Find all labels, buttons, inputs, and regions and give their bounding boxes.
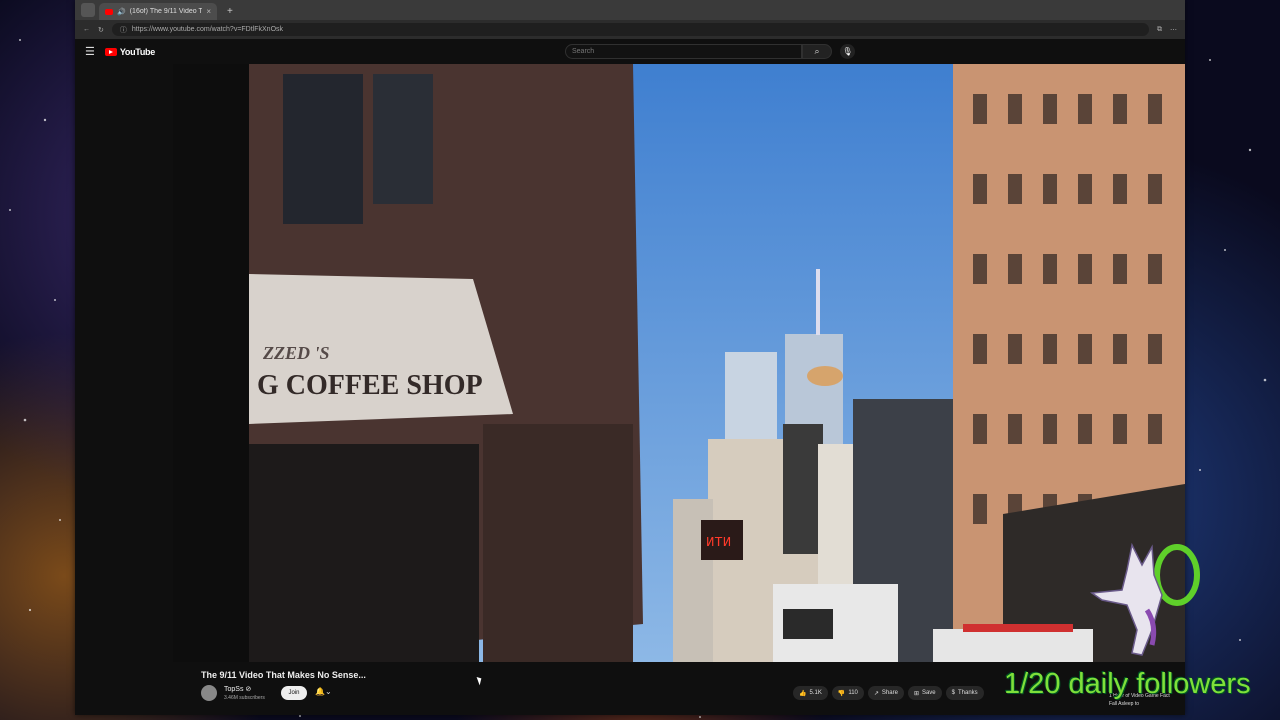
tab-bar: 🔊 (16of) The 9/11 Video That M × + bbox=[75, 0, 1185, 20]
join-button[interactable]: Join bbox=[281, 686, 307, 700]
channel-avatar[interactable] bbox=[201, 685, 217, 701]
thumbs-up-icon: 👍 bbox=[799, 690, 807, 697]
share-label: Share bbox=[881, 690, 898, 696]
share-icon: ↗ bbox=[873, 690, 879, 697]
thanks-button[interactable]: $ Thanks bbox=[945, 686, 984, 700]
speaker-icon[interactable]: 🔊 bbox=[117, 8, 126, 16]
street-clock-display: ИТИ bbox=[706, 535, 731, 551]
shop-upper-sign: ZZED 'S bbox=[262, 343, 330, 363]
back-arrow-icon[interactable]: ← bbox=[83, 26, 90, 33]
install-app-icon[interactable]: ⧉ bbox=[1157, 26, 1162, 34]
dislike-button[interactable]: 👎 110 bbox=[831, 686, 864, 700]
subscriber-count: 3.46M subscribers bbox=[224, 695, 265, 701]
youtube-favicon-icon bbox=[105, 8, 113, 15]
thanks-label: Thanks bbox=[958, 690, 978, 696]
browser-menu-icon[interactable]: ⋯ bbox=[1170, 26, 1177, 34]
action-buttons: 👍 5.1K 👎 110 ↗ Share ⊞ Save $ Thanks bbox=[793, 686, 984, 700]
like-count: 5.1K bbox=[809, 690, 822, 696]
coffee-shop-sign: G COFFEE SHOP bbox=[257, 370, 483, 401]
save-label: Save bbox=[921, 690, 936, 696]
channel-name[interactable]: TopSs ⊘ bbox=[224, 685, 251, 693]
thumbs-down-icon: 👎 bbox=[837, 690, 846, 697]
browser-tab[interactable]: 🔊 (16of) The 9/11 Video That M × bbox=[99, 3, 217, 20]
recommended-title-line2: Fall Asleep to bbox=[1109, 701, 1140, 707]
share-button[interactable]: ↗ Share bbox=[867, 686, 904, 700]
search-input[interactable]: Search bbox=[565, 44, 802, 59]
video-player[interactable]: G COFFEE SHOP ZZED 'S ИТИ bbox=[173, 64, 1185, 662]
url-text: https://www.youtube.com/watch?v=FDtlFkXn… bbox=[131, 26, 284, 33]
site-info-icon[interactable]: ⓘ bbox=[120, 25, 127, 35]
video-frame: G COFFEE SHOP ZZED 'S ИТИ bbox=[173, 64, 1185, 662]
logo-text: YouTube bbox=[119, 46, 155, 57]
mewtwo-mascot-icon bbox=[1089, 542, 1200, 656]
youtube-header: ☰ YouTube Search ⌕ 🎙 bbox=[75, 39, 1185, 64]
youtube-logo[interactable]: YouTube bbox=[104, 46, 155, 57]
reload-icon[interactable]: ↻ bbox=[98, 26, 104, 34]
daily-followers-overlay: 1/20 daily followers bbox=[1004, 668, 1251, 700]
search-icon: ⌕ bbox=[814, 46, 820, 56]
hamburger-icon[interactable]: ☰ bbox=[85, 45, 95, 58]
thanks-icon: $ bbox=[951, 690, 955, 696]
url-field[interactable]: ⓘ https://www.youtube.com/watch?v=FDtlFk… bbox=[111, 23, 1149, 36]
bell-icon[interactable]: 🔔⌄ bbox=[315, 687, 332, 696]
search-button[interactable]: ⌕ bbox=[802, 44, 832, 59]
save-icon: ⊞ bbox=[913, 690, 919, 697]
close-tab-icon[interactable]: × bbox=[206, 7, 211, 16]
save-button[interactable]: ⊞ Save bbox=[907, 686, 942, 700]
browser-window: 🔊 (16of) The 9/11 Video That M × + ← ↻ ⓘ… bbox=[75, 0, 1185, 715]
tab-list-button[interactable] bbox=[81, 3, 95, 17]
video-title: The 9/11 Video That Makes No Sense... bbox=[201, 670, 366, 680]
address-bar-row: ← ↻ ⓘ https://www.youtube.com/watch?v=FD… bbox=[75, 20, 1185, 39]
mic-icon[interactable]: 🎙 bbox=[840, 44, 855, 59]
youtube-play-icon bbox=[104, 47, 117, 56]
like-button[interactable]: 👍 5.1K bbox=[793, 686, 828, 700]
dislike-count: 110 bbox=[848, 690, 858, 696]
tab-title: (16of) The 9/11 Video That M bbox=[129, 8, 203, 15]
new-tab-button[interactable]: + bbox=[227, 6, 233, 17]
